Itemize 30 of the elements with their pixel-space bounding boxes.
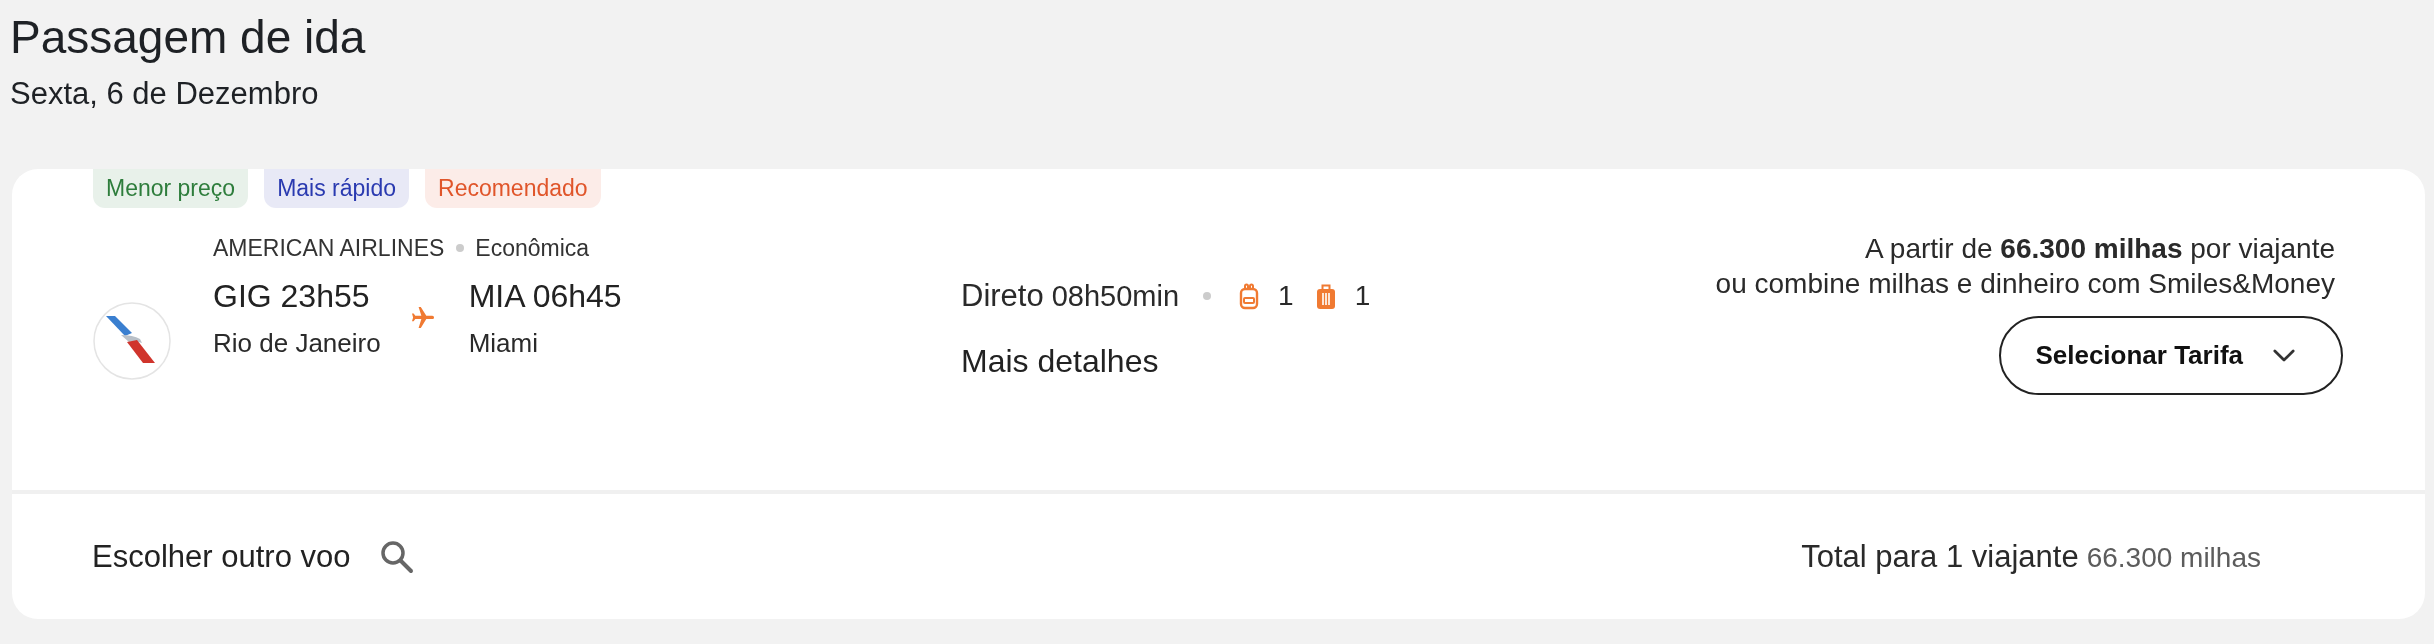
chevron-down-icon	[2273, 349, 2295, 362]
cabin-class: Econômica	[475, 234, 590, 262]
select-fare-button[interactable]: Selecionar Tarifa	[1999, 316, 2343, 395]
baggage-count: 1	[1354, 279, 1371, 313]
baggage-count: 1	[1278, 279, 1294, 313]
travel-date: Sexta, 6 de Dezembro	[10, 76, 320, 112]
total-label: Total para 1 viajante	[1801, 538, 2079, 575]
highlight-tag: Mais rápido	[264, 169, 409, 208]
highlight-tag: Menor preço	[93, 169, 249, 208]
airline-name: AMERICAN AIRLINES	[213, 234, 445, 262]
search-icon	[380, 539, 415, 574]
arrival-city: Miami	[468, 327, 539, 359]
suitcase-icon	[1315, 282, 1336, 310]
separator-dot-icon	[456, 244, 465, 252]
combine-note: ou combine milhas e dinheiro com Smiles&Money	[1715, 267, 2336, 301]
airline-logo-icon	[93, 302, 171, 380]
arrival-time: MIA 06h45	[468, 277, 622, 315]
backpack-icon	[1239, 282, 1260, 310]
departure-time: GIG 23h55	[213, 277, 371, 315]
separator-dot-icon	[1203, 292, 1212, 300]
departure-city: Rio de Janeiro	[213, 327, 381, 359]
stops-label: Direto	[961, 277, 1044, 315]
total-value: 66.300 milhas	[2086, 541, 2261, 574]
other-flight-button[interactable]: Escolher outro voo	[92, 538, 415, 575]
price-text: A partir de 66.300 milhas por viajante	[1864, 232, 2336, 266]
plane-icon	[411, 307, 434, 329]
highlight-tag: Recomendado	[425, 169, 601, 208]
page-title: Passagem de ida	[10, 11, 367, 63]
flight-duration: 08h50min	[1051, 279, 1180, 314]
details-link[interactable]: Mais detalhes	[961, 342, 1159, 380]
